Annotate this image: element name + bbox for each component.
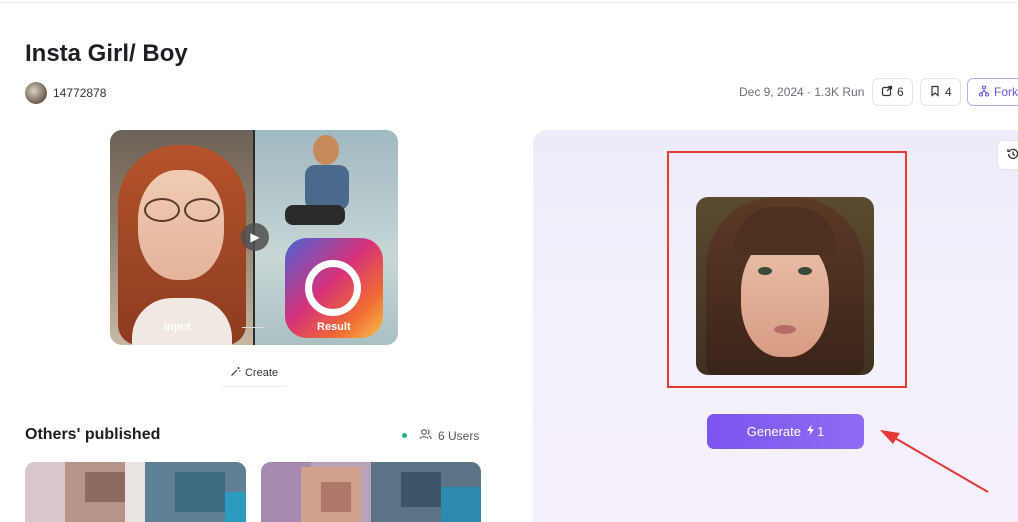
annotation-arrow: [880, 430, 989, 493]
